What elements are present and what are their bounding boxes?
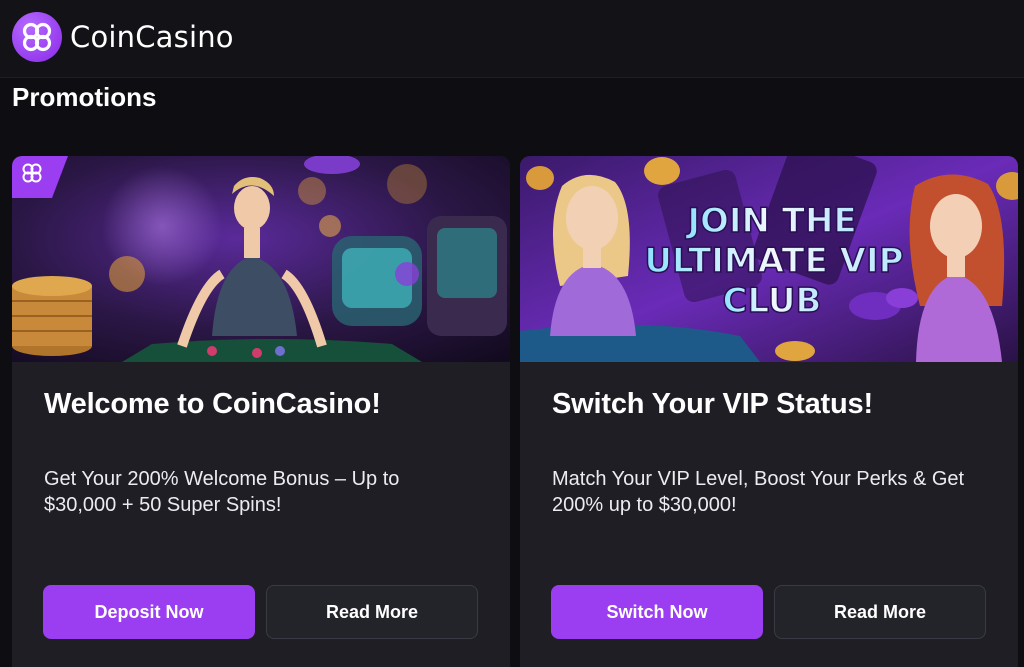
switch-now-button[interactable]: Switch Now: [551, 585, 763, 639]
read-more-button[interactable]: Read More: [266, 585, 478, 639]
promo-title: Welcome to CoinCasino!: [44, 388, 381, 420]
banner-line-3: CLUB: [723, 281, 822, 321]
promo-description: Get Your 200% Welcome Bonus – Up to $30,…: [44, 468, 400, 516]
read-more-button[interactable]: Read More: [774, 585, 986, 639]
promo-card-welcome: Welcome to CoinCasino! Get Your 200% Wel…: [12, 156, 510, 667]
coincasino-logo-icon: [12, 12, 62, 62]
promo-title: Switch Your VIP Status!: [552, 388, 873, 420]
banner-line-2: ULTIMATE VIP: [644, 241, 903, 281]
vip-club-banner: JOIN THE ULTIMATE VIP CLUB: [520, 156, 1018, 362]
page-title: Promotions: [12, 82, 157, 112]
top-header: CoinCasino: [0, 0, 1024, 78]
promo-card-vip: JOIN THE ULTIMATE VIP CLUB Switch Your V…: [520, 156, 1018, 667]
brand-name: CoinCasino: [70, 20, 234, 54]
brand-corner-badge-icon: [12, 156, 68, 198]
brand-logo[interactable]: CoinCasino: [12, 12, 234, 62]
promo-description: Match Your VIP Level, Boost Your Perks &…: [552, 468, 965, 516]
casino-dealer-banner: [12, 156, 510, 362]
deposit-now-button[interactable]: Deposit Now: [43, 585, 255, 639]
banner-line-1: JOIN THE: [685, 201, 856, 241]
